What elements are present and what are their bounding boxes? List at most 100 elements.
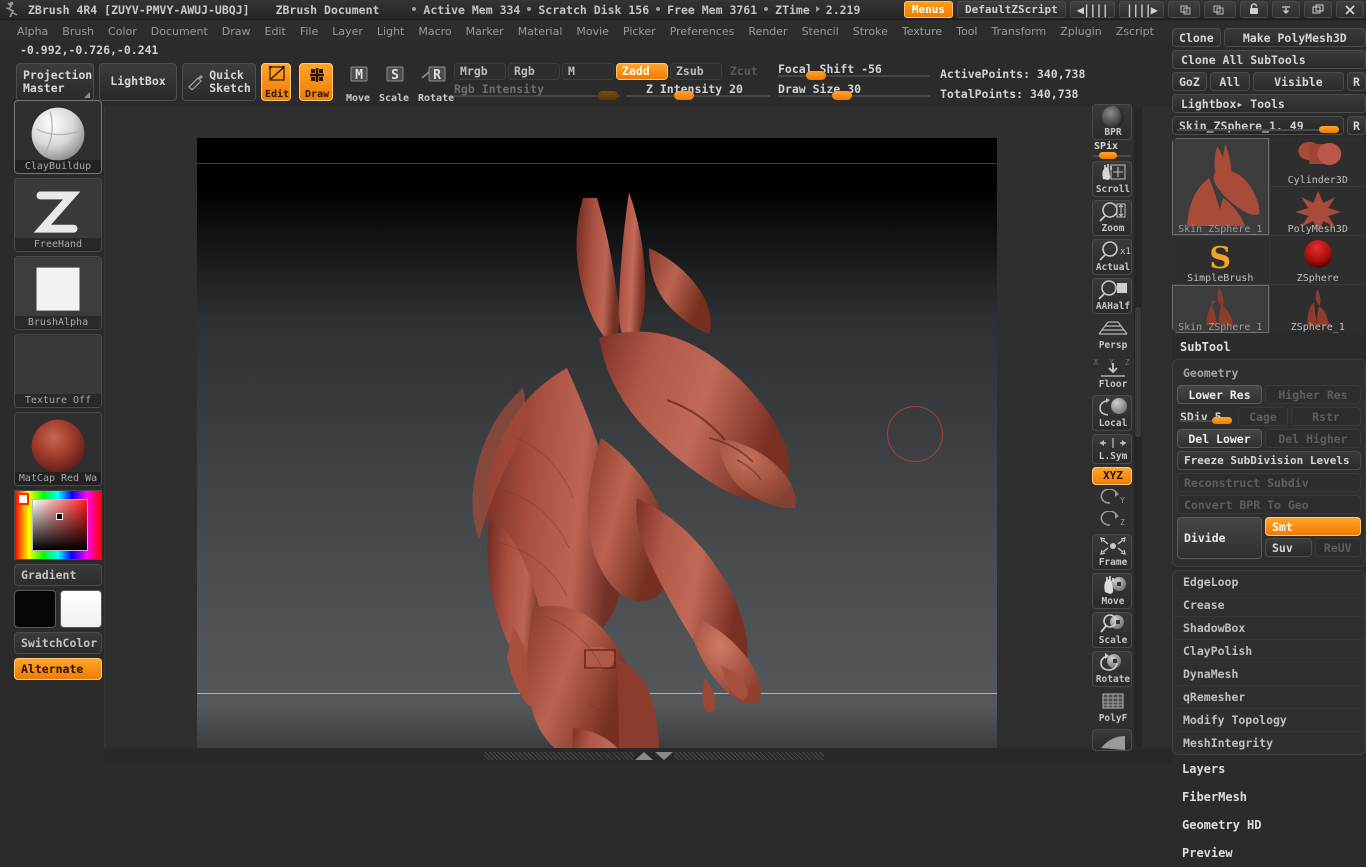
menu-item-document[interactable]: Document: [144, 23, 215, 40]
zscript-button[interactable]: DefaultZScript: [957, 1, 1066, 18]
current-tool-slider[interactable]: Skin_ZSphere_1. 49: [1172, 116, 1344, 135]
rail-item-y-axis[interactable]: Y: [1092, 488, 1132, 509]
clone-all-subtools-button[interactable]: Clone All SubTools: [1172, 50, 1366, 69]
geometry-menu-item-meshintegrity[interactable]: MeshIntegrity: [1173, 731, 1365, 754]
freeze-subdivision-button[interactable]: Freeze SubDivision Levels: [1177, 451, 1361, 470]
current-color-swatch[interactable]: [17, 493, 29, 505]
menu-item-transform[interactable]: Transform: [985, 23, 1054, 40]
move-mode-button[interactable]: M Move: [340, 64, 376, 104]
menus-button[interactable]: Menus: [904, 1, 953, 18]
slider-knob[interactable]: [674, 91, 694, 100]
tray-right-toggle-button[interactable]: [1204, 1, 1236, 18]
scrollbar-hatch-left[interactable]: [484, 752, 634, 760]
slider-knob[interactable]: [832, 91, 852, 100]
menu-item-preferences[interactable]: Preferences: [663, 23, 742, 40]
menu-item-file[interactable]: File: [293, 23, 325, 40]
menu-item-stroke[interactable]: Stroke: [846, 23, 895, 40]
goz-r-button[interactable]: R: [1347, 72, 1366, 91]
make-polymesh3d-button[interactable]: Make PolyMesh3D: [1224, 28, 1366, 47]
menu-item-zscript[interactable]: Zscript: [1109, 23, 1161, 40]
rail-item-z-axis[interactable]: Z: [1092, 510, 1132, 531]
canvas-horizontal-scrollbar[interactable]: [104, 749, 1172, 763]
lock-button[interactable]: [1240, 1, 1268, 18]
higher-res-button[interactable]: Higher Res: [1265, 385, 1361, 404]
reuv-button[interactable]: ReUV: [1315, 538, 1362, 557]
bpr-button[interactable]: BPR: [1092, 104, 1132, 140]
spix-slider[interactable]: SPix: [1092, 143, 1132, 159]
sdiv-slider[interactable]: SDiv 5: [1177, 407, 1235, 426]
focal-shift-slider[interactable]: Focal Shift -56: [778, 64, 930, 78]
divide-button[interactable]: Divide: [1177, 517, 1262, 559]
close-button[interactable]: [1336, 1, 1364, 18]
menu-item-marker[interactable]: Marker: [459, 23, 511, 40]
menu-item-brush[interactable]: Brush: [55, 23, 101, 40]
minimize-button[interactable]: [1272, 1, 1300, 18]
root-item-geometry-hd[interactable]: Geometry HD: [1172, 811, 1366, 839]
gradient-button[interactable]: Gradient: [14, 564, 102, 586]
lightbox-tools-button[interactable]: Lightbox▸ Tools: [1172, 94, 1366, 113]
geometry-menu-item-shadowbox[interactable]: ShadowBox: [1173, 616, 1365, 639]
draw-size-slider[interactable]: Draw Size 30: [778, 84, 930, 98]
m-button[interactable]: M: [562, 63, 614, 80]
rail-item-zoom[interactable]: Zoom: [1092, 200, 1132, 236]
zsub-button[interactable]: Zsub: [670, 63, 722, 80]
document-viewport[interactable]: [197, 138, 997, 748]
material-selector[interactable]: MatCap Red Wa: [14, 412, 102, 486]
tool-item-simplebrush[interactable]: S SimpleBrush: [1172, 236, 1269, 284]
tray-collapse-right-button[interactable]: ||||▶: [1119, 1, 1164, 18]
draw-mode-button[interactable]: Draw: [299, 63, 333, 101]
stroke-selector[interactable]: FreeHand: [14, 178, 102, 252]
slider-knob[interactable]: [1212, 417, 1232, 424]
del-lower-button[interactable]: Del Lower: [1177, 429, 1262, 448]
menu-item-stencil[interactable]: Stencil: [795, 23, 846, 40]
zcut-button[interactable]: Zcut: [724, 63, 770, 80]
menu-item-light[interactable]: Light: [370, 23, 411, 40]
rail-item-move[interactable]: Move: [1092, 573, 1132, 609]
root-item-layers[interactable]: Layers: [1172, 755, 1366, 783]
root-item-fibermesh[interactable]: FiberMesh: [1172, 783, 1366, 811]
menu-item-layer[interactable]: Layer: [325, 23, 370, 40]
texture-selector[interactable]: Texture Off: [14, 334, 102, 408]
color-picker-handle[interactable]: [56, 513, 63, 520]
tray-left-toggle-button[interactable]: [1168, 1, 1200, 18]
menu-item-tool[interactable]: Tool: [949, 23, 984, 40]
quick-sketch-button[interactable]: Quick Sketch: [182, 63, 256, 101]
lower-res-button[interactable]: Lower Res: [1177, 385, 1262, 404]
alternate-button[interactable]: Alternate: [14, 658, 102, 680]
zadd-button[interactable]: Zadd: [616, 63, 668, 80]
primary-color-swatch[interactable]: [14, 590, 56, 628]
geometry-menu-item-edgeloop[interactable]: EdgeLoop: [1173, 571, 1365, 593]
geometry-menu-item-claypolish[interactable]: ClayPolish: [1173, 639, 1365, 662]
scrollbar-hatch-right[interactable]: [674, 752, 824, 760]
mrgb-button[interactable]: Mrgb: [454, 63, 506, 80]
convert-bpr-to-geo-button[interactable]: Convert BPR To Geo: [1177, 495, 1361, 514]
canvas-area[interactable]: [104, 107, 1172, 747]
edit-mode-button[interactable]: Edit: [261, 63, 291, 101]
scrollbar-thumb[interactable]: [1135, 307, 1141, 437]
secondary-color-swatch[interactable]: [60, 590, 102, 628]
tool-item-skin-zsphere-small[interactable]: Skin_ZSphere_1: [1172, 285, 1269, 333]
rail-item-rotate[interactable]: Rotate: [1092, 651, 1132, 687]
all-button[interactable]: All: [1210, 72, 1250, 91]
alpha-selector[interactable]: BrushAlpha: [14, 256, 102, 330]
menu-item-movie[interactable]: Movie: [569, 23, 616, 40]
menu-item-alpha[interactable]: Alpha: [10, 23, 55, 40]
rail-item-polyf[interactable]: PolyF: [1092, 690, 1132, 726]
restore-button[interactable]: [1304, 1, 1332, 18]
tool-item-zsphere1[interactable]: ZSphere_1: [1270, 285, 1366, 333]
geometry-menu-item-qremesher[interactable]: qRemesher: [1173, 685, 1365, 708]
scroll-up-arrow-icon[interactable]: [635, 752, 653, 760]
tool-item-polymesh3d[interactable]: PolyMesh3D: [1270, 187, 1366, 235]
rail-item-actual[interactable]: x1 Actual: [1092, 239, 1132, 275]
canvas-vertical-scrollbar[interactable]: [1134, 107, 1142, 747]
current-tool-r-button[interactable]: R: [1347, 116, 1366, 135]
geometry-menu-item-modify-topology[interactable]: Modify Topology: [1173, 708, 1365, 731]
rgb-intensity-slider[interactable]: Rgb Intensity: [454, 84, 620, 98]
slider-knob[interactable]: [806, 71, 826, 80]
geometry-menu-item-dynamesh[interactable]: DynaMesh: [1173, 662, 1365, 685]
projection-master-button[interactable]: Projection Master: [16, 63, 94, 101]
rail-item-scroll[interactable]: Scroll: [1092, 161, 1132, 197]
menu-item-macro[interactable]: Macro: [411, 23, 458, 40]
rail-item-extra[interactable]: [1092, 729, 1132, 751]
scale-mode-button[interactable]: S Scale: [376, 64, 412, 104]
